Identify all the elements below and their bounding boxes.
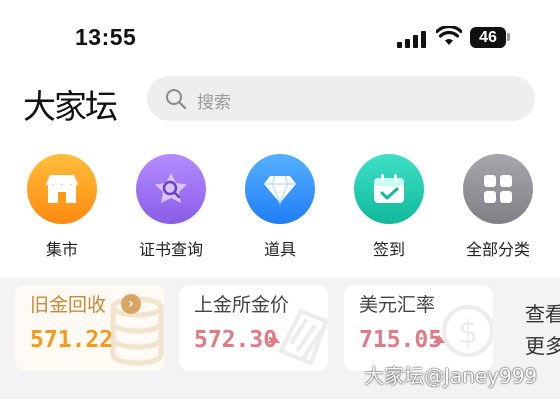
battery-tip: [507, 33, 510, 41]
calendar-check-icon: [354, 154, 424, 224]
price-card-gold-recycle[interactable]: 旧金回收 › 571.22: [15, 285, 164, 371]
price-card-usd-rate[interactable]: $ 美元汇率 715.05: [344, 285, 493, 371]
search-placeholder: 搜索: [197, 93, 231, 113]
battery-level: 46: [470, 27, 506, 48]
price-card-value: 571.22: [30, 327, 114, 353]
price-card-sge-gold[interactable]: 上金所金价 572.30: [179, 285, 328, 371]
price-card-value: 715.05: [359, 327, 443, 353]
wifi-icon: [436, 26, 462, 45]
status-bar: 13:55 46: [0, 0, 560, 70]
price-card-title: 上金所金价: [194, 294, 290, 316]
svg-text:$: $: [458, 313, 478, 351]
trend-up-icon: [433, 335, 445, 343]
cellular-signal-icon: [397, 30, 426, 48]
price-card-value: 572.30: [194, 327, 278, 353]
chevron-right-icon: ›: [121, 294, 141, 314]
grid-icon: [463, 154, 533, 224]
view-more-line1[interactable]: 查看: [525, 298, 560, 327]
price-card-title: 美元汇率: [359, 294, 436, 316]
category-props[interactable]: 道具: [230, 154, 330, 264]
status-time: 13:55: [75, 24, 137, 50]
category-label: 集市: [45, 240, 78, 259]
certificate-search-icon: [136, 154, 206, 224]
search-bar[interactable]: 搜索: [147, 76, 535, 121]
diamond-icon: [245, 154, 315, 224]
category-label: 签到: [372, 240, 405, 259]
view-more-line2[interactable]: 更多: [525, 330, 560, 359]
shop-icon: [27, 154, 97, 224]
trend-up-icon: [268, 335, 280, 343]
category-label: 证书查询: [138, 240, 203, 259]
category-all[interactable]: 全部分类: [448, 154, 548, 264]
category-label: 全部分类: [465, 240, 530, 259]
search-icon: [166, 89, 187, 110]
category-label: 道具: [263, 240, 296, 259]
watermark: 大家坛@Janey999: [364, 364, 538, 388]
category-checkin[interactable]: 签到: [339, 154, 439, 264]
app-logo: 大家坛: [23, 87, 118, 126]
price-card-title: 旧金回收: [30, 294, 107, 316]
category-market[interactable]: 集市: [12, 154, 112, 264]
category-certificate-search[interactable]: 证书查询: [121, 154, 221, 264]
